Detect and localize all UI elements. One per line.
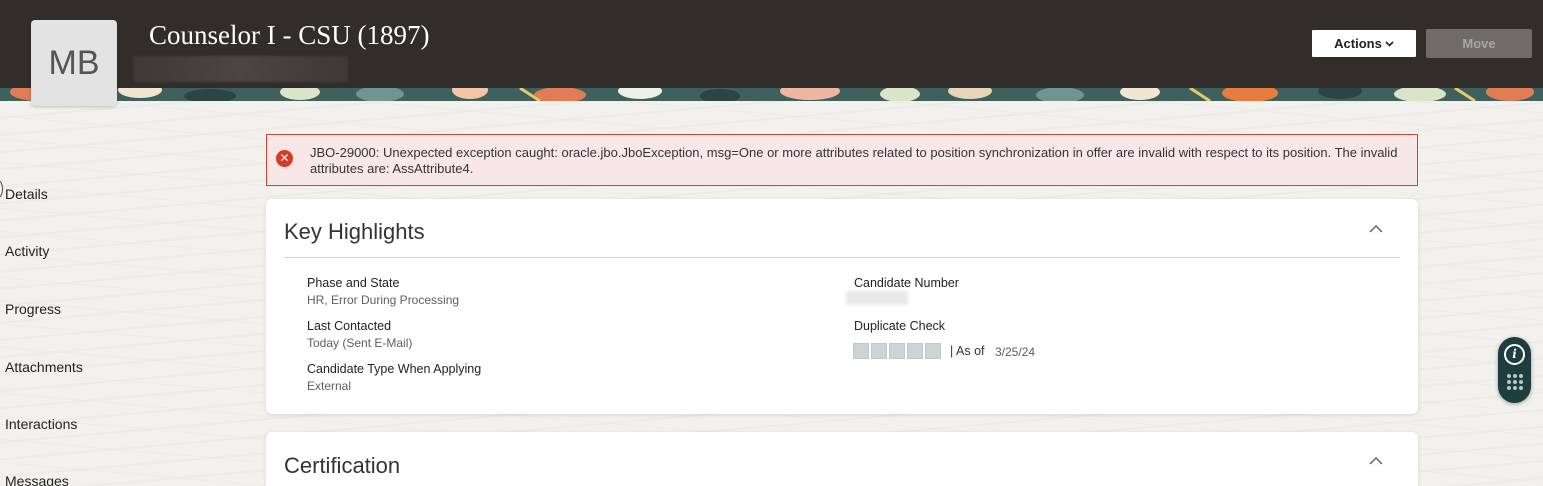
- error-message-text: JBO-29000: Unexpected exception caught: …: [310, 145, 1398, 176]
- duplicate-box: [925, 343, 941, 359]
- phase-state-label: Phase and State: [307, 276, 400, 290]
- phase-state-value: HR, Error During Processing: [307, 293, 460, 307]
- duplicate-box: [907, 343, 923, 359]
- nav-item-details[interactable]: Details: [5, 186, 48, 202]
- candidate-type-value: External: [307, 379, 352, 393]
- candidate-number-label: Candidate Number: [854, 276, 959, 290]
- nav-item-messages[interactable]: Messages: [5, 473, 69, 486]
- nav-item-activity[interactable]: Activity: [5, 243, 49, 259]
- candidate-number-redacted: [846, 291, 908, 305]
- chevron-down-icon: [1385, 40, 1394, 47]
- grid-dots-icon[interactable]: [1507, 374, 1523, 390]
- last-contacted-label: Last Contacted: [307, 319, 392, 333]
- help-widget: i: [1498, 337, 1531, 403]
- move-button[interactable]: Move: [1426, 29, 1532, 58]
- x-circle-icon: ✕: [276, 150, 293, 167]
- candidate-name-redacted: [133, 56, 348, 82]
- certification-card: Certification: [266, 432, 1418, 486]
- duplicate-box: [853, 343, 869, 359]
- last-contacted-value: Today (Sent E-Mail): [307, 336, 413, 350]
- nav-item-progress[interactable]: Progress: [5, 301, 61, 317]
- error-message-box: ✕ JBO-29000: Unexpected exception caught…: [266, 134, 1418, 186]
- duplicate-check-indicator[interactable]: [853, 343, 941, 359]
- duplicate-check-label: Duplicate Check: [854, 319, 946, 333]
- nav-item-interactions[interactable]: Interactions: [5, 416, 77, 432]
- chevron-up-icon[interactable]: [1369, 454, 1383, 468]
- avatar: MB: [31, 20, 117, 106]
- key-highlights-card: Key Highlights Phase and State HR, Error…: [266, 199, 1418, 414]
- page-header: Counselor I - CSU (1897) Actions Move: [0, 0, 1543, 88]
- page-title: Counselor I - CSU (1897): [149, 20, 430, 50]
- header-banner: [0, 88, 1543, 101]
- info-icon[interactable]: i: [1504, 344, 1525, 365]
- actions-button[interactable]: Actions: [1311, 29, 1417, 58]
- actions-button-label: Actions: [1334, 36, 1382, 51]
- key-highlights-title: Key Highlights: [284, 219, 425, 244]
- duplicate-as-of-label: | As of: [950, 344, 985, 358]
- duplicate-box: [871, 343, 887, 359]
- nav-item-attachments[interactable]: Attachments: [5, 359, 83, 375]
- chevron-up-icon[interactable]: [1369, 222, 1383, 236]
- candidate-type-label: Candidate Type When Applying: [307, 362, 482, 376]
- duplicate-box: [889, 343, 905, 359]
- duplicate-check-date: 3/25/24: [995, 345, 1036, 359]
- certification-title: Certification: [284, 453, 401, 478]
- card-divider: [284, 257, 1400, 258]
